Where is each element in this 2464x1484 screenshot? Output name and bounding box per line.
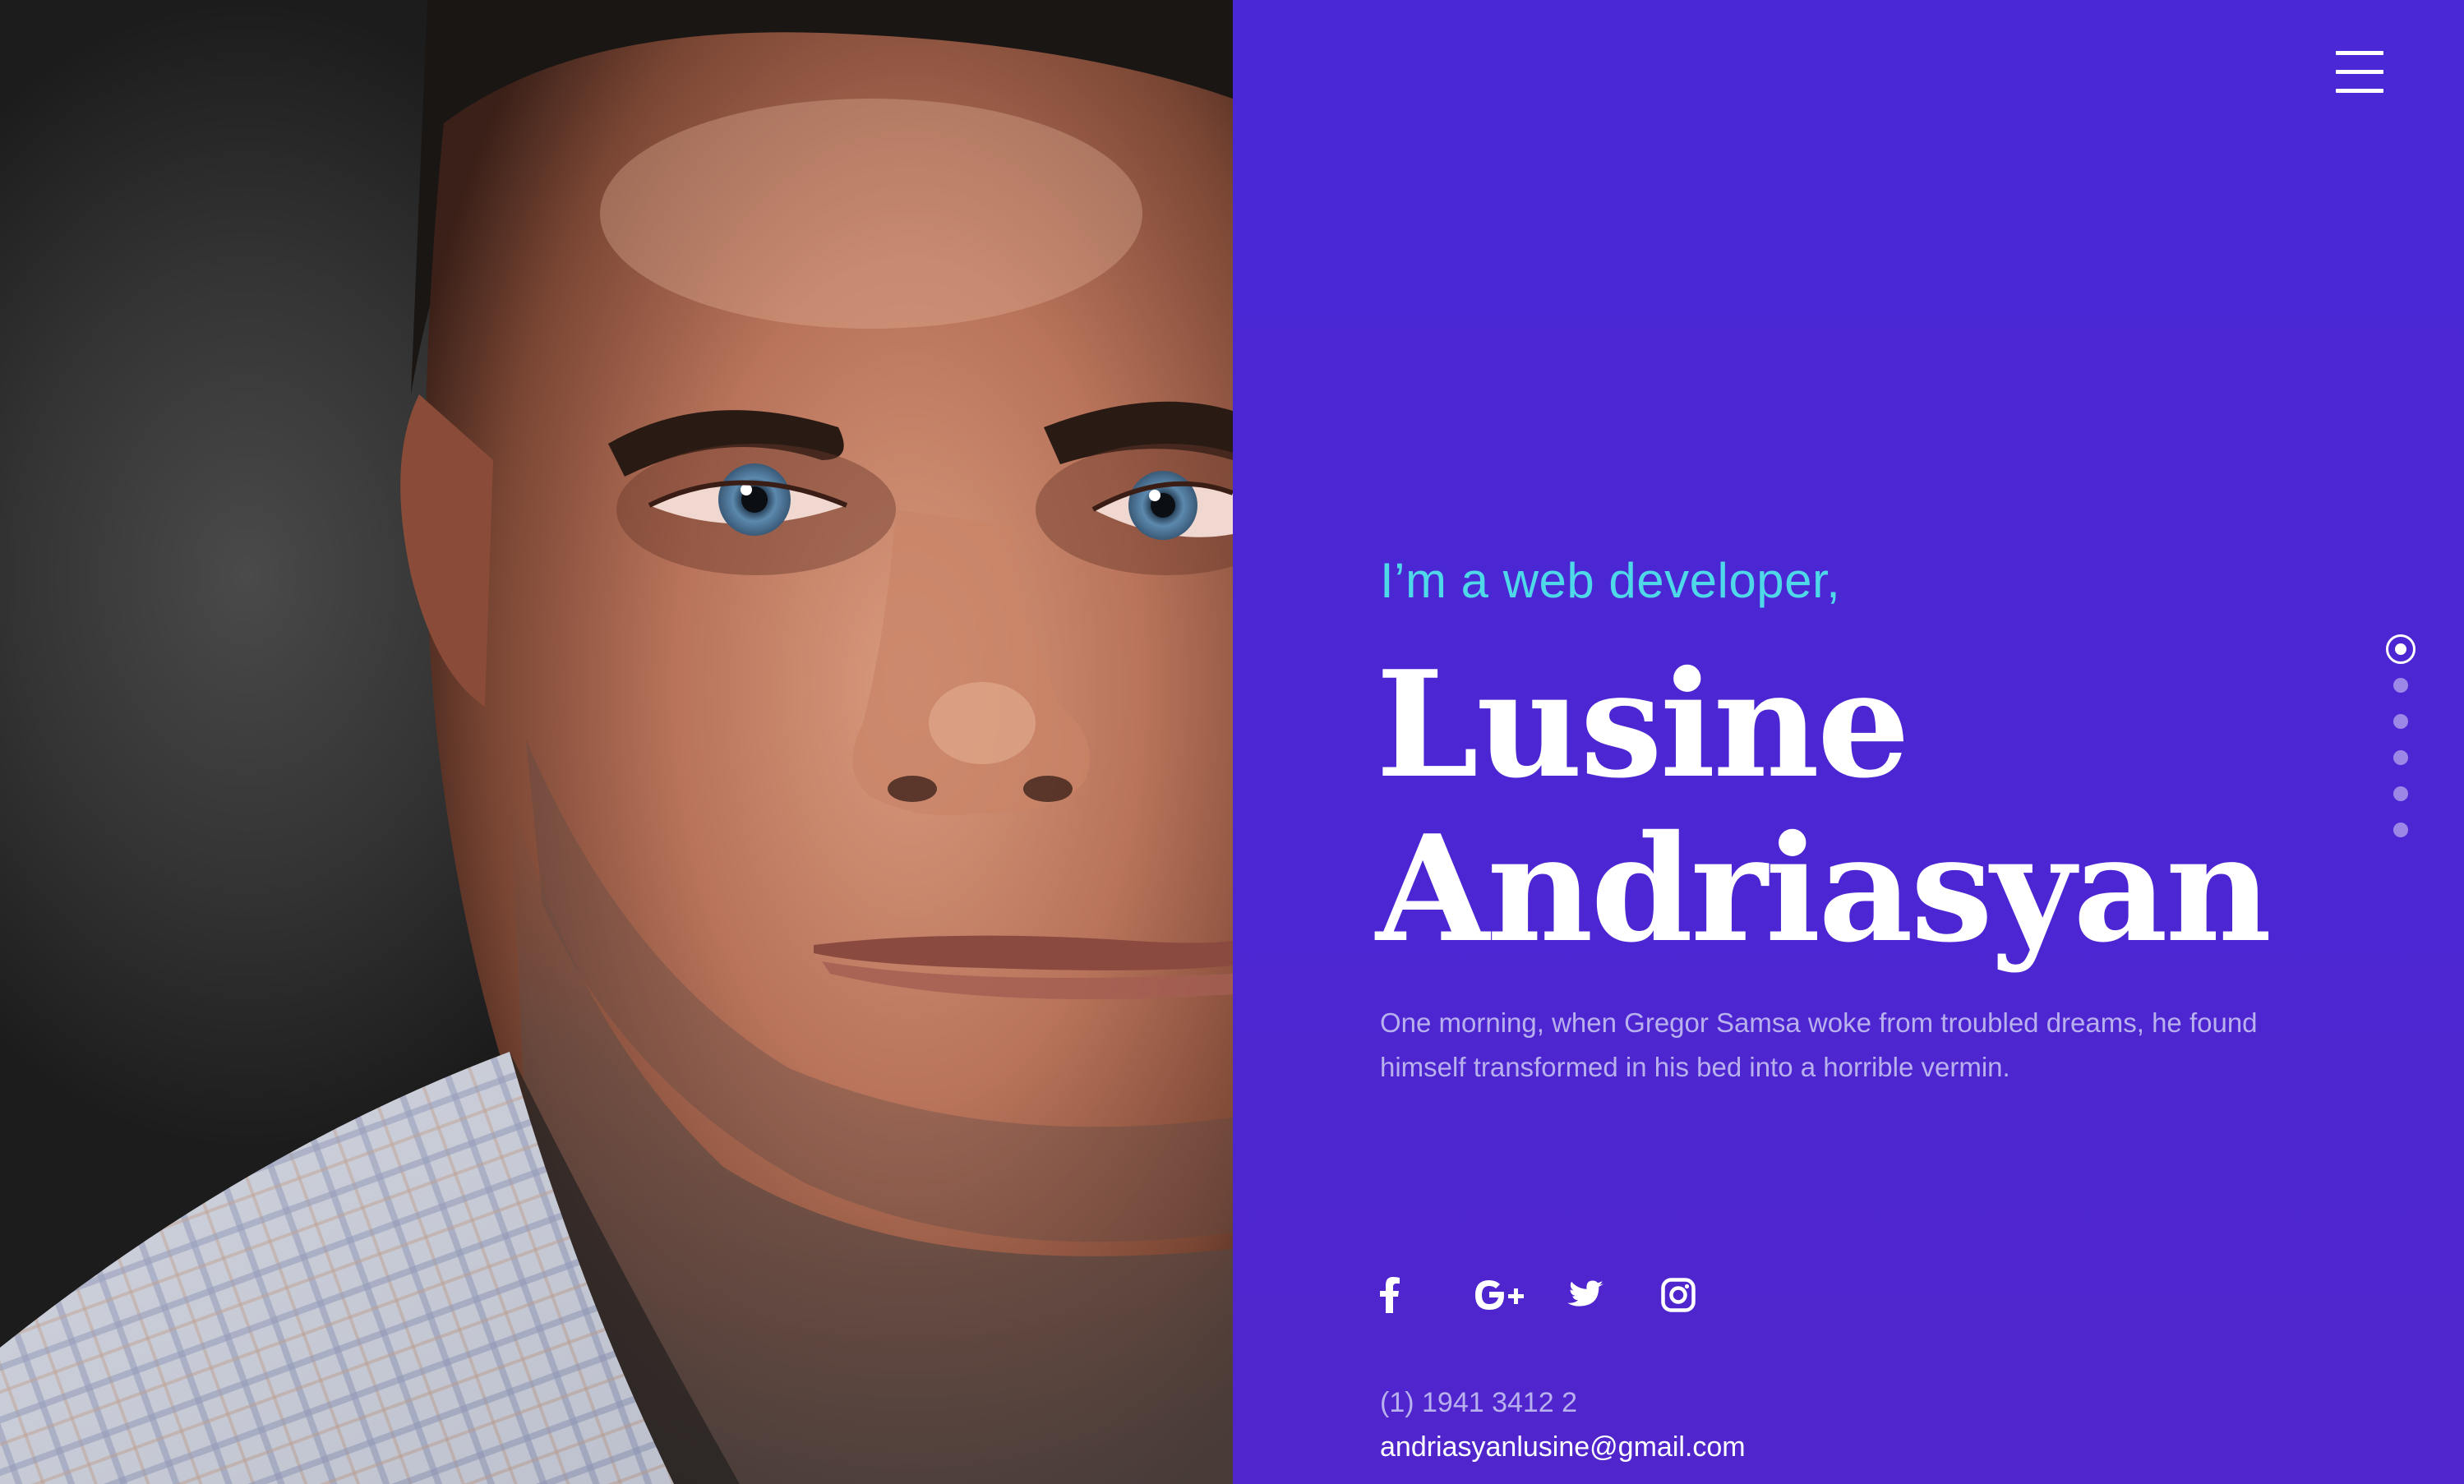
menu-line <box>2336 51 2383 55</box>
social-links <box>1380 1272 1755 1318</box>
section-dot[interactable] <box>2393 750 2408 765</box>
instagram-icon[interactable] <box>1661 1272 1755 1318</box>
section-dot[interactable] <box>2393 786 2408 801</box>
hamburger-menu-icon[interactable] <box>2336 51 2383 94</box>
twitter-icon[interactable] <box>1567 1272 1661 1318</box>
section-dot[interactable] <box>2393 678 2408 693</box>
menu-line <box>2336 70 2383 74</box>
section-dot[interactable] <box>2393 823 2408 837</box>
portrait-photo <box>0 0 1233 1484</box>
email-link[interactable]: andriasyanlusine@gmail.com <box>1380 1431 1746 1463</box>
landing-page: I’m a web developer, Lusine Andriasyan O… <box>0 0 2464 1484</box>
intro-tagline: I’m a web developer, <box>1380 553 1841 608</box>
person-name: Lusine Andriasyan <box>1376 638 2272 975</box>
name-last: Andriasyan <box>1376 803 2272 975</box>
menu-line <box>2336 89 2383 93</box>
name-first: Lusine <box>1376 638 1910 810</box>
bio-text: One morning, when Gregor Samsa woke from… <box>1380 1007 2258 1082</box>
section-dot[interactable] <box>2393 714 2408 729</box>
facebook-icon[interactable] <box>1380 1272 1474 1318</box>
google-plus-icon[interactable] <box>1474 1272 1567 1318</box>
phone-number: (1) 1941 3412 2 <box>1380 1387 1578 1418</box>
section-dot-active[interactable] <box>2386 634 2416 664</box>
